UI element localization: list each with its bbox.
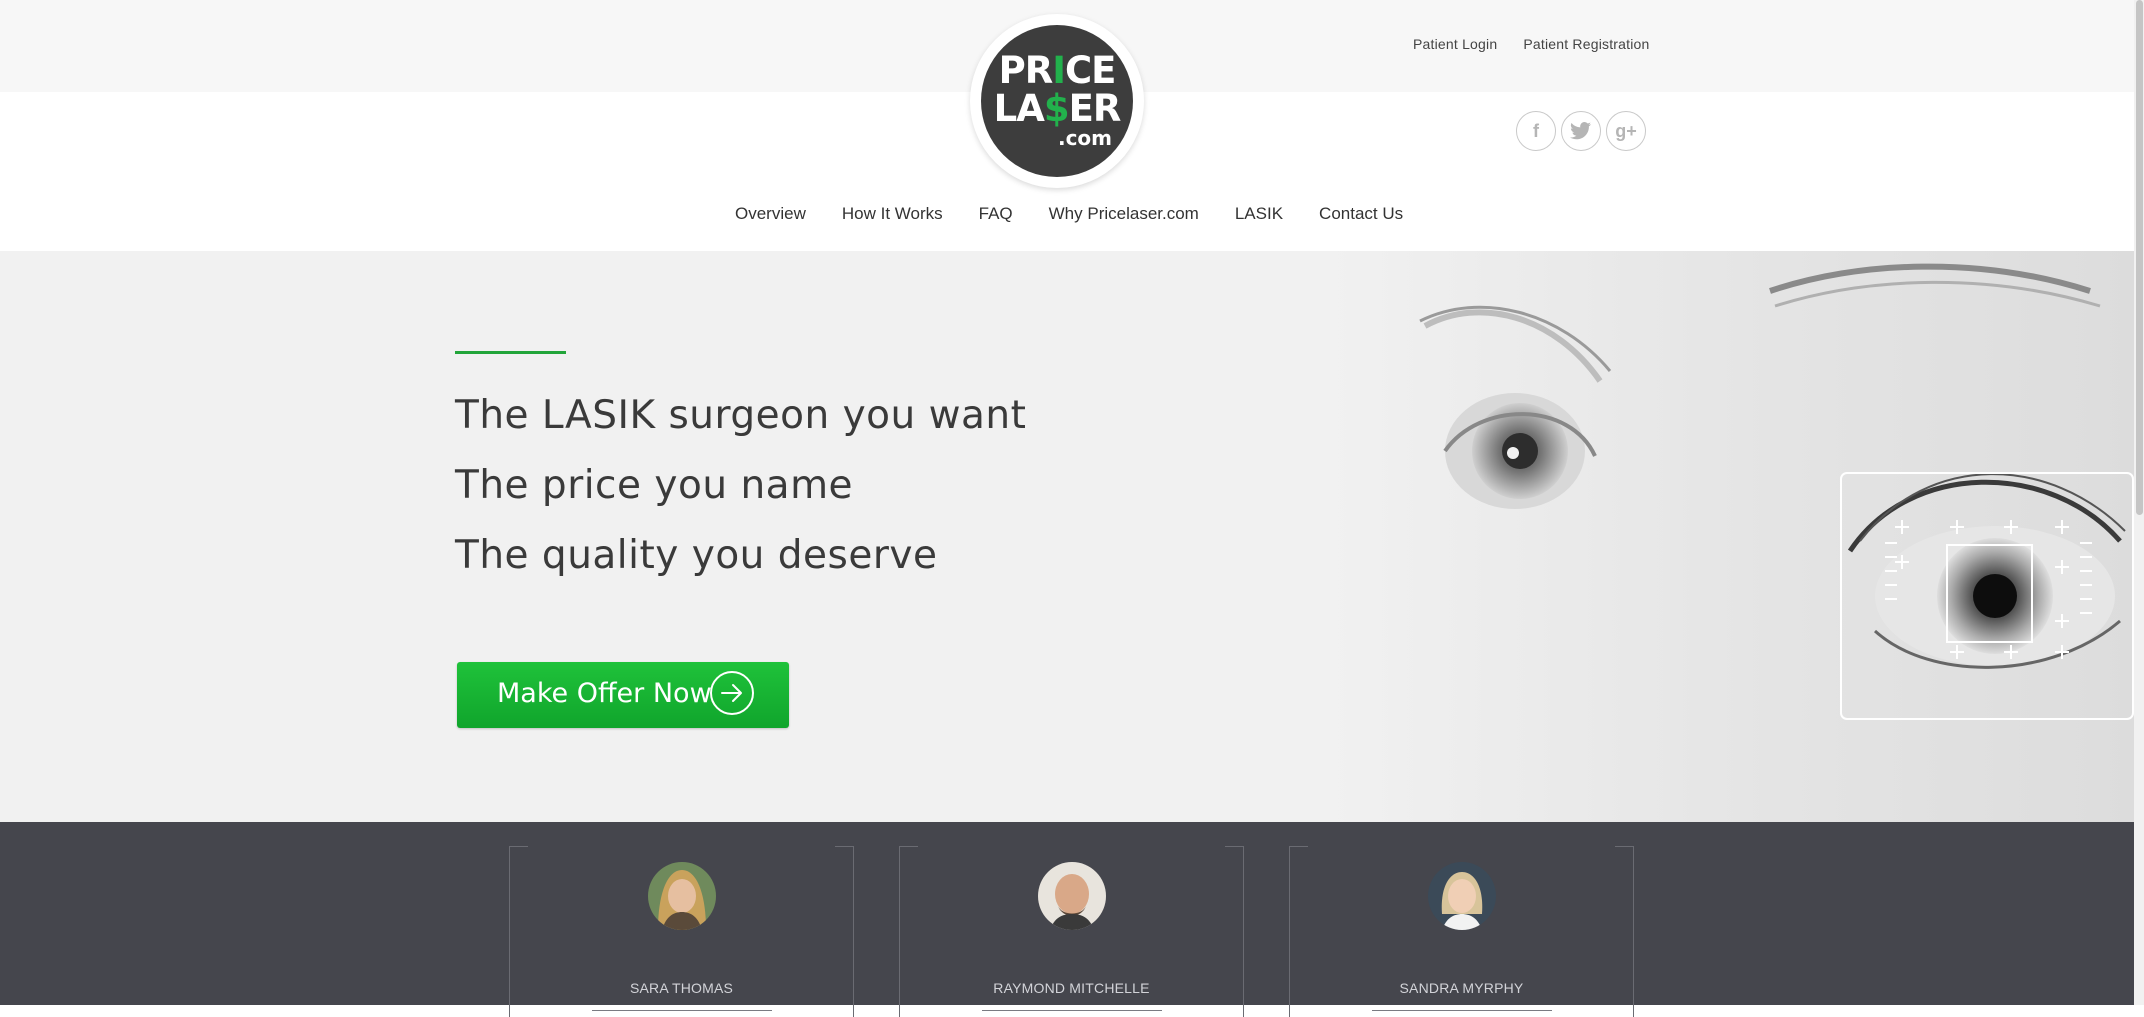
twitter-bird-icon [1570,122,1591,140]
logo-text: I [1052,49,1066,92]
logo-text: .com [1057,126,1113,150]
social-links: f g+ [1516,111,1646,151]
name-divider [1372,1010,1552,1011]
testimonial-card: SANDRA MYRPHY [1289,846,1634,1017]
testimonials-section: SARA THOMAS RAYMOND MITCHELLE SANDRA MYR… [0,822,2144,1017]
eye-image [1330,251,2144,822]
make-offer-button[interactable]: Make Offer Now [457,662,789,728]
avatar [1428,862,1496,930]
facebook-icon[interactable]: f [1516,111,1556,151]
logo-text: LA [993,87,1045,130]
patient-login-link[interactable]: Patient Login [1413,36,1497,52]
logo-text: PR [998,49,1054,92]
testimonial-card: SARA THOMAS [509,846,854,1017]
avatar [648,862,716,930]
arrow-right-icon [710,671,754,715]
make-offer-label: Make Offer Now [497,678,712,709]
nav-how-it-works[interactable]: How It Works [842,204,943,224]
google-plus-icon[interactable]: g+ [1606,111,1646,151]
google-plus-glyph: g+ [1615,120,1637,141]
logo[interactable]: PRICE LA$ER .com [970,14,1144,188]
name-divider [592,1010,772,1011]
eye-illustration [1419,263,2134,720]
hero-headline-3: The quality you deserve [455,533,938,578]
main-nav: Overview How It Works FAQ Why Pricelaser… [735,204,1403,224]
testimonial-name: SANDRA MYRPHY [1399,980,1524,996]
logo-text: CE [1064,49,1116,92]
hero-section: The LASIK surgeon you want The price you… [0,251,2144,822]
nav-overview[interactable]: Overview [735,204,806,224]
logo-text: $ [1043,87,1070,130]
facebook-glyph: f [1533,120,1539,141]
top-links: Patient Login Patient Registration [1413,36,1650,52]
nav-faq[interactable]: FAQ [979,204,1013,224]
nav-why-pricelaser[interactable]: Why Pricelaser.com [1049,204,1199,224]
testimonial-card: RAYMOND MITCHELLE [899,846,1244,1017]
avatar [1038,862,1106,930]
patient-registration-link[interactable]: Patient Registration [1523,36,1649,52]
scrollbar-thumb[interactable] [2136,0,2143,515]
hero-headline-2: The price you name [455,463,854,508]
testimonial-name: SARA THOMAS [629,980,734,996]
accent-line [455,351,566,354]
logo-badge: PRICE LA$ER .com [981,25,1133,177]
testimonial-name: RAYMOND MITCHELLE [993,980,1150,996]
name-divider [982,1010,1162,1011]
twitter-icon[interactable] [1561,111,1601,151]
hero-headline-1: The LASIK surgeon you want [455,393,1027,438]
nav-contact-us[interactable]: Contact Us [1319,204,1403,224]
nav-lasik[interactable]: LASIK [1235,204,1283,224]
logo-text: ER [1068,87,1122,130]
